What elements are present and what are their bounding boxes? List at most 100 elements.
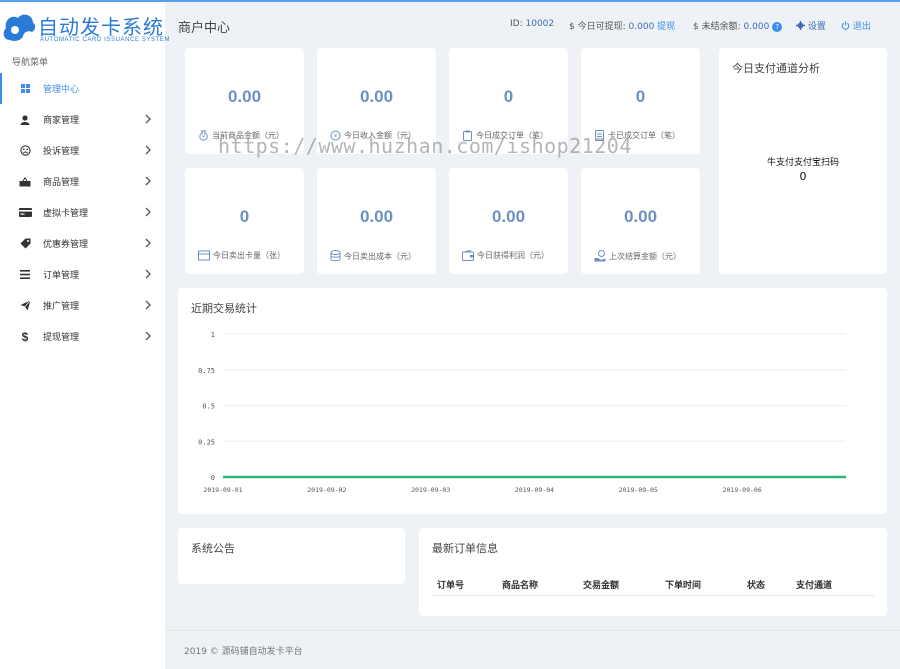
money-bag-icon: ¥ bbox=[199, 130, 208, 141]
dollar-icon: $ bbox=[21, 329, 29, 344]
sidebar-item-withdrawals[interactable]: $ 提现管理 bbox=[0, 321, 165, 352]
stat-label: 今日获得利润（元） bbox=[477, 251, 549, 260]
sidebar-item-label: 商家管理 bbox=[43, 116, 80, 126]
brand-subtitle: AUTOMATIC CARD ISSUANCE SYSTEM bbox=[40, 37, 171, 43]
user-icon bbox=[18, 113, 32, 127]
nav-header: 导航菜单 bbox=[12, 58, 49, 68]
column-header: 支付通道 bbox=[796, 581, 833, 591]
sidebar-item-label: 投诉管理 bbox=[43, 147, 80, 157]
stat-value: 0.00 bbox=[623, 207, 658, 226]
y-tick-label: 1 bbox=[211, 331, 215, 339]
settings-link[interactable]: 设置 bbox=[796, 19, 826, 32]
stat-value: 0.00 bbox=[359, 207, 394, 226]
x-tick-label: 2019-09-02 bbox=[307, 486, 346, 494]
panel-title: 今日支付通道分析 bbox=[732, 62, 820, 75]
watermark-text: https://www.huzhan.com/ishop21204 bbox=[218, 134, 632, 158]
list-icon bbox=[18, 268, 32, 282]
x-tick-label: 2019-09-01 bbox=[203, 486, 242, 494]
transaction-chart-panel: 近期交易统计 1 0.75 0.5 0.25 0 2019-09-01 2019-09-02… bbox=[178, 288, 887, 514]
chevron-right-icon bbox=[145, 114, 151, 124]
dashboard-icon bbox=[18, 82, 32, 96]
logout-link[interactable]: 退出 bbox=[841, 19, 871, 32]
dollar-icon: $ bbox=[569, 22, 575, 32]
chevron-right-icon bbox=[145, 269, 151, 279]
y-tick-label: 0.75 bbox=[198, 367, 215, 375]
top-header: 商户中心 ID: 10002 $ 今日可提现: 0.000 提现 $ 未结余额:… bbox=[165, 2, 900, 46]
chevron-right-icon bbox=[145, 331, 151, 341]
merchant-id: ID: 10002 bbox=[510, 19, 555, 29]
sidebar-item-promotion[interactable]: 推广管理 bbox=[0, 290, 165, 321]
wallet-icon bbox=[462, 250, 474, 261]
svg-text:¥: ¥ bbox=[202, 134, 205, 140]
stat-card-last-settlement: 0.00 上次结算金额（元） bbox=[581, 168, 700, 274]
sidebar-item-complaints[interactable]: 投诉管理 bbox=[0, 135, 165, 166]
x-tick-label: 2019-09-03 bbox=[411, 486, 450, 494]
chevron-right-icon bbox=[145, 207, 151, 217]
paper-plane-icon bbox=[18, 299, 32, 313]
chevron-right-icon bbox=[145, 145, 151, 155]
sidebar-item-dashboard[interactable]: 管理中心 bbox=[0, 73, 165, 104]
help-icon[interactable]: ? bbox=[772, 21, 783, 32]
unsettled-balance: $ 未结余额: 0.000 ? bbox=[693, 19, 783, 32]
sidebar: 自动发卡系统 AUTOMATIC CARD ISSUANCE SYSTEM 导航… bbox=[0, 2, 170, 669]
page-title: 商户中心 bbox=[178, 21, 231, 36]
page-footer: 2019 © 源码铺自动发卡平台 bbox=[165, 630, 900, 669]
sidebar-item-label: 优惠券管理 bbox=[43, 240, 89, 250]
transaction-line-chart: 1 0.75 0.5 0.25 0 2019-09-01 2019-09-02 2019-09… bbox=[198, 331, 846, 494]
stat-card-cards-sold: 0 今日卖出卡量（张） bbox=[185, 168, 304, 274]
sidebar-item-orders[interactable]: 订单管理 bbox=[0, 259, 165, 290]
pay-channel-value: 0 bbox=[799, 170, 807, 183]
withdraw-link[interactable]: 提现 bbox=[657, 22, 675, 32]
dollar-icon: $ bbox=[693, 22, 699, 32]
database-icon bbox=[330, 250, 341, 262]
brand-logo[interactable]: 自动发卡系统 AUTOMATIC CARD ISSUANCE SYSTEM bbox=[2, 8, 170, 48]
y-tick-label: 0.5 bbox=[202, 403, 215, 411]
sidebar-item-label: 管理中心 bbox=[43, 85, 80, 95]
power-icon bbox=[841, 21, 850, 30]
basket-icon bbox=[18, 175, 32, 189]
pay-channel-name: 牛支付支付宝扫码 bbox=[766, 158, 839, 168]
stat-card-profit: 0.00 今日获得利润（元） bbox=[449, 168, 568, 274]
unsettled-value: 0.000 bbox=[743, 22, 770, 32]
latest-orders-panel: 最新订单信息 订单号 商品名称 交易金额 下单时间 状态 支付通道 bbox=[419, 528, 887, 616]
sidebar-item-coupons[interactable]: 优惠券管理 bbox=[0, 228, 165, 259]
sidebar-item-label: 提现管理 bbox=[43, 333, 80, 343]
stat-value: 0.00 bbox=[227, 87, 262, 106]
x-tick-label: 2019-09-05 bbox=[619, 486, 658, 494]
chevron-right-icon bbox=[145, 300, 151, 310]
chevron-right-icon bbox=[145, 238, 151, 248]
stat-label: 今日卖出卡量（张） bbox=[213, 251, 285, 260]
tag-icon bbox=[18, 237, 32, 251]
stat-value: 0.00 bbox=[359, 87, 394, 106]
frown-icon bbox=[18, 144, 32, 158]
withdrawable-value: 0.000 bbox=[628, 22, 655, 32]
stat-value: 0 bbox=[239, 207, 250, 226]
gear-icon bbox=[796, 21, 805, 30]
card-window-icon bbox=[198, 250, 210, 261]
credit-card-icon bbox=[18, 206, 32, 220]
chevron-right-icon bbox=[145, 176, 151, 186]
sidebar-item-label: 订单管理 bbox=[43, 271, 80, 281]
column-header: 下单时间 bbox=[665, 581, 702, 591]
system-notice-panel: 系统公告 bbox=[178, 528, 405, 584]
stat-label: 上次结算金额（元） bbox=[609, 251, 681, 261]
sidebar-item-merchants[interactable]: 商家管理 bbox=[0, 104, 165, 135]
sidebar-item-virtual-cards[interactable]: 虚拟卡管理 bbox=[0, 197, 165, 228]
stat-card-cost: 0.00 今日卖出成本（元） bbox=[317, 168, 436, 274]
stat-value: 0 bbox=[503, 87, 514, 106]
withdrawable-today: $ 今日可提现: 0.000 提现 bbox=[569, 22, 676, 32]
column-header: 交易金额 bbox=[583, 581, 620, 591]
sidebar-nav: 管理中心 商家管理 投诉管理 商品管理 虚拟卡管理 优惠券管理 订单管理 推广管… bbox=[0, 73, 165, 352]
y-tick-label: 0.25 bbox=[198, 438, 215, 446]
footer-copyright: 2019 © 源码铺自动发卡平台 bbox=[184, 647, 303, 657]
stat-value: 0.00 bbox=[491, 207, 526, 226]
sidebar-item-label: 商品管理 bbox=[43, 178, 80, 188]
orders-table-header: 订单号 商品名称 交易金额 下单时间 状态 支付通道 bbox=[433, 576, 874, 596]
hand-coin-icon bbox=[594, 250, 606, 262]
sidebar-item-label: 推广管理 bbox=[43, 302, 80, 312]
x-tick-label: 2019-09-06 bbox=[723, 486, 762, 494]
x-tick-label: 2019-09-04 bbox=[515, 486, 554, 494]
panel-title: 系统公告 bbox=[191, 542, 235, 555]
sidebar-item-products[interactable]: 商品管理 bbox=[0, 166, 165, 197]
merchant-id-value: 10002 bbox=[525, 19, 555, 29]
